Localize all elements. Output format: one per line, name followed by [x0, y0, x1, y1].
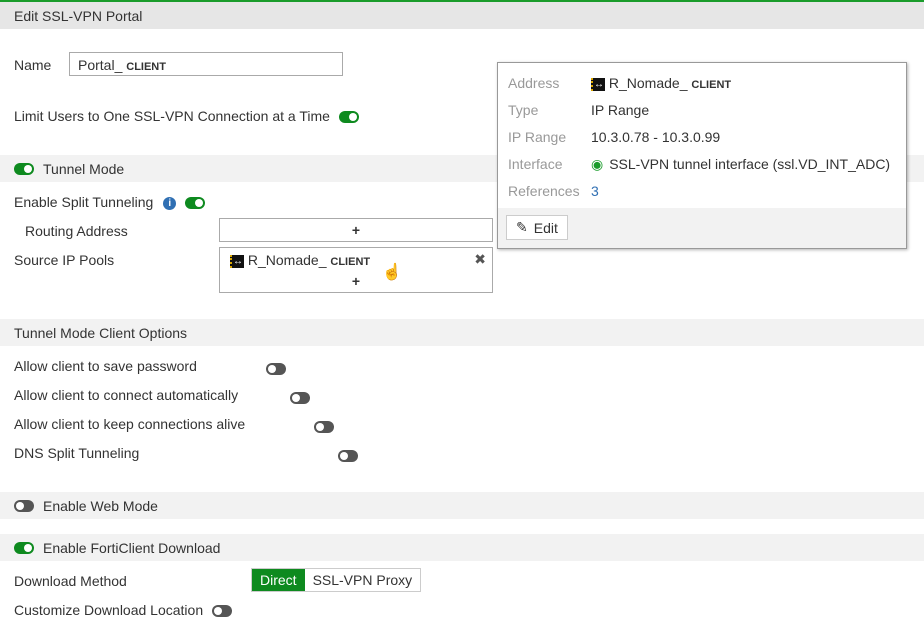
routing-address-field[interactable]: +	[219, 218, 493, 242]
address-range-icon: ↔	[230, 254, 244, 268]
client-option-label: Allow client to save password	[14, 358, 197, 374]
custom-location-toggle[interactable]	[212, 605, 232, 618]
web-mode-section: Enable Web Mode	[0, 492, 924, 519]
popup-references-link[interactable]: 3	[591, 183, 599, 199]
split-tunneling-toggle[interactable]	[185, 197, 206, 210]
forticlient-section: Enable FortiClient Download	[0, 534, 924, 561]
name-label: Name	[14, 57, 52, 73]
custom-location-label: Customize Download Location	[14, 602, 232, 618]
source-ip-pool-item[interactable]: ↔ R_Nomade_ CLIENT	[230, 252, 370, 268]
connect-automatically-toggle[interactable]	[289, 392, 310, 405]
keep-alive-toggle[interactable]	[313, 421, 334, 434]
split-tunneling-label: Enable Split Tunneling i	[14, 194, 206, 210]
tunnel-mode-toggle[interactable]	[14, 162, 34, 175]
popup-interface: SSL-VPN tunnel interface (ssl.VD_INT_ADC…	[609, 156, 891, 172]
popup-address: ↔ R_Nomade_ CLIENT	[591, 75, 731, 91]
download-method-selector[interactable]: Direct SSL-VPN Proxy	[251, 568, 422, 592]
add-routing-address-button[interactable]: +	[352, 222, 360, 238]
page-title: Edit SSL-VPN Portal	[14, 7, 143, 24]
client-option-label: Allow client to connect automatically	[14, 387, 239, 403]
add-source-ip-pool-button[interactable]: +	[352, 273, 360, 289]
source-ip-pools-field[interactable]: ↔ R_Nomade_ CLIENT ✖ +	[219, 247, 493, 293]
address-range-icon: ↔	[591, 77, 605, 91]
client-options-section: Tunnel Mode Client Options	[0, 319, 924, 346]
name-input[interactable]: Portal_ CLIENT	[69, 52, 343, 76]
edit-button[interactable]: ✎ Edit	[506, 215, 568, 240]
pencil-icon: ✎	[516, 219, 528, 235]
web-mode-toggle[interactable]	[14, 499, 34, 512]
address-tooltip-popup: Address ↔ R_Nomade_ CLIENT Type IP Range I…	[497, 62, 907, 249]
dns-split-tunneling-toggle[interactable]	[337, 450, 358, 463]
download-method-label: Download Method	[14, 573, 127, 589]
client-option-label: Allow client to keep connections alive	[14, 416, 246, 432]
method-proxy-button[interactable]: SSL-VPN Proxy	[304, 569, 421, 591]
method-direct-button[interactable]: Direct	[252, 569, 305, 591]
limit-users-toggle[interactable]	[338, 111, 359, 124]
routing-address-label: Routing Address	[25, 223, 128, 239]
interface-icon: ◉	[591, 156, 604, 172]
popup-ip-range: 10.3.0.78 - 10.3.0.99	[591, 129, 721, 145]
hand-cursor-icon: ☝	[382, 264, 402, 281]
client-option-label: DNS Split Tunneling	[14, 445, 140, 461]
info-icon[interactable]: i	[163, 196, 177, 210]
limit-users-label: Limit Users to One SSL-VPN Connection at…	[14, 108, 359, 124]
save-password-toggle[interactable]	[266, 363, 286, 376]
source-ip-pools-label: Source IP Pools	[14, 252, 115, 268]
page-header: Edit SSL-VPN Portal	[0, 0, 924, 29]
remove-icon[interactable]: ✖	[474, 251, 486, 268]
popup-type: IP Range	[591, 102, 650, 118]
forticlient-toggle[interactable]	[14, 541, 34, 554]
